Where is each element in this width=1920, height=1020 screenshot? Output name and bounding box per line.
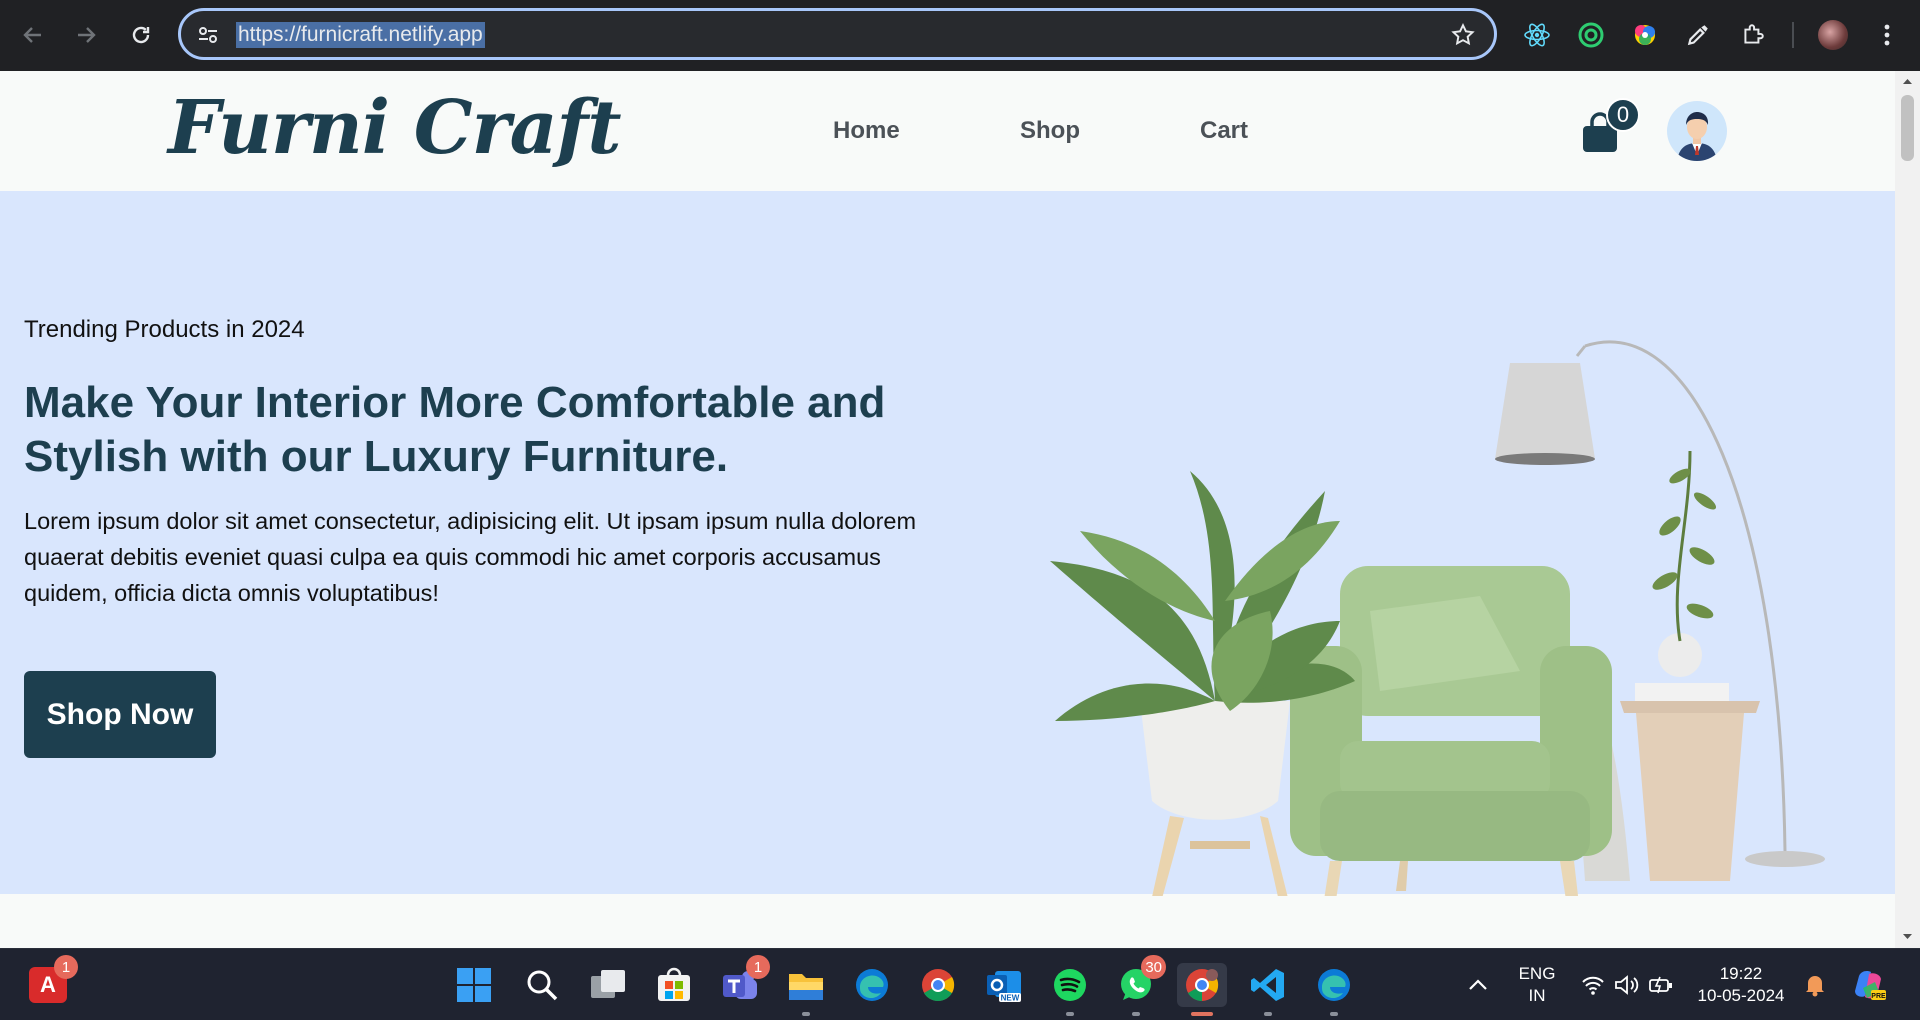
extensions-puzzle-icon[interactable] — [1738, 20, 1768, 50]
edge-beta-icon[interactable] — [1312, 963, 1356, 1016]
site-header: Furni Craft Home Shop Cart 0 — [0, 71, 1895, 191]
running-indicator — [1330, 1012, 1338, 1016]
clock-date: 10-05-2024 — [1697, 986, 1785, 1005]
vscode-icon[interactable] — [1246, 963, 1290, 1016]
kebab-menu-icon[interactable] — [1872, 20, 1902, 50]
acrobat-icon[interactable]: A 1 — [26, 955, 78, 1007]
svg-text:PRE: PRE — [1871, 993, 1886, 1000]
chrome-profile-icon[interactable] — [1177, 963, 1227, 1016]
cart-count-badge: 0 — [1606, 98, 1640, 132]
whatsapp-icon[interactable]: 30 — [1114, 955, 1166, 1016]
clock-time: 19:22 — [1719, 964, 1763, 983]
region-code: IN — [1528, 986, 1546, 1005]
page-viewport: Furni Craft Home Shop Cart 0 Trending Pr… — [0, 71, 1895, 948]
nav-shop[interactable]: Shop — [1020, 117, 1080, 145]
toolbar-divider — [1792, 22, 1794, 48]
back-icon[interactable] — [18, 20, 48, 50]
running-indicator — [1066, 1012, 1074, 1016]
hero-description: Lorem ipsum dolor sit amet consectetur, … — [24, 508, 917, 606]
address-bar[interactable]: https://furnicraft.netlify.app — [178, 8, 1497, 60]
profile-avatar-icon[interactable] — [1818, 20, 1848, 50]
file-explorer-icon[interactable] — [784, 963, 828, 1016]
windows-start-icon[interactable] — [452, 963, 496, 1007]
microsoft-store-icon[interactable] — [652, 963, 696, 1007]
teams-badge: 1 — [746, 955, 770, 979]
volume-icon[interactable] — [1610, 963, 1644, 1007]
eyedropper-icon[interactable] — [1683, 20, 1713, 50]
notification-bell-icon[interactable] — [1798, 963, 1832, 1007]
url-text[interactable]: https://furnicraft.netlify.app — [236, 22, 485, 48]
whatsapp-badge: 30 — [1141, 955, 1166, 979]
tray-overflow-chevron-icon[interactable] — [1456, 963, 1500, 1007]
search-icon[interactable] — [520, 963, 564, 1007]
acrobat-badge: 1 — [54, 955, 78, 979]
hero-eyebrow: Trending Products in 2024 — [24, 316, 305, 343]
hero-section: Trending Products in 2024 Make Your Inte… — [0, 191, 1895, 896]
language-indicator[interactable]: ENG IN — [1512, 963, 1562, 1007]
svg-text:NEW: NEW — [1001, 994, 1020, 1003]
running-indicator — [1264, 1012, 1272, 1016]
running-indicator — [802, 1012, 810, 1016]
task-view-icon[interactable] — [586, 963, 630, 1007]
react-devtools-icon[interactable] — [1522, 20, 1552, 50]
bookmark-star-icon[interactable] — [1450, 22, 1476, 53]
user-avatar[interactable] — [1667, 101, 1727, 161]
teams-icon[interactable]: 1 — [718, 955, 770, 1007]
browser-toolbar: https://furnicraft.netlify.app — [0, 0, 1920, 71]
reload-icon[interactable] — [126, 20, 156, 50]
nav-home[interactable]: Home — [833, 117, 900, 145]
windows-taskbar: A 1 1 NEW 30 ENG IN 19:22 10-05-2024 PRE — [0, 948, 1920, 1020]
color-picker-icon[interactable] — [1630, 20, 1660, 50]
running-indicator — [1132, 1012, 1140, 1016]
active-indicator — [1191, 1012, 1213, 1016]
site-settings-icon[interactable] — [196, 23, 220, 52]
clock[interactable]: 19:22 10-05-2024 — [1696, 963, 1786, 1007]
forward-icon[interactable] — [71, 20, 101, 50]
extension-ring-icon[interactable] — [1576, 20, 1606, 50]
nav-cart[interactable]: Cart — [1200, 117, 1248, 145]
chrome-icon[interactable] — [916, 963, 960, 1007]
language-code: ENG — [1518, 964, 1556, 983]
shop-now-button[interactable]: Shop Now — [24, 671, 216, 758]
outlook-new-icon[interactable]: NEW — [982, 963, 1026, 1007]
wifi-icon[interactable] — [1576, 963, 1610, 1007]
site-logo[interactable]: Furni Craft — [168, 85, 622, 171]
battery-charging-icon[interactable] — [1644, 963, 1678, 1007]
page-scrollbar[interactable] — [1895, 71, 1920, 948]
scroll-down-icon — [1903, 934, 1912, 939]
scrollbar-thumb[interactable] — [1901, 95, 1914, 161]
hero-headline: Make Your Interior More Comfortable and … — [24, 378, 886, 481]
scroll-up-icon — [1903, 79, 1912, 84]
copilot-icon[interactable]: PRE — [1848, 963, 1892, 1007]
spotify-icon[interactable] — [1048, 963, 1092, 1016]
edge-icon[interactable] — [850, 963, 894, 1007]
hero-furniture-image — [1050, 340, 1825, 896]
